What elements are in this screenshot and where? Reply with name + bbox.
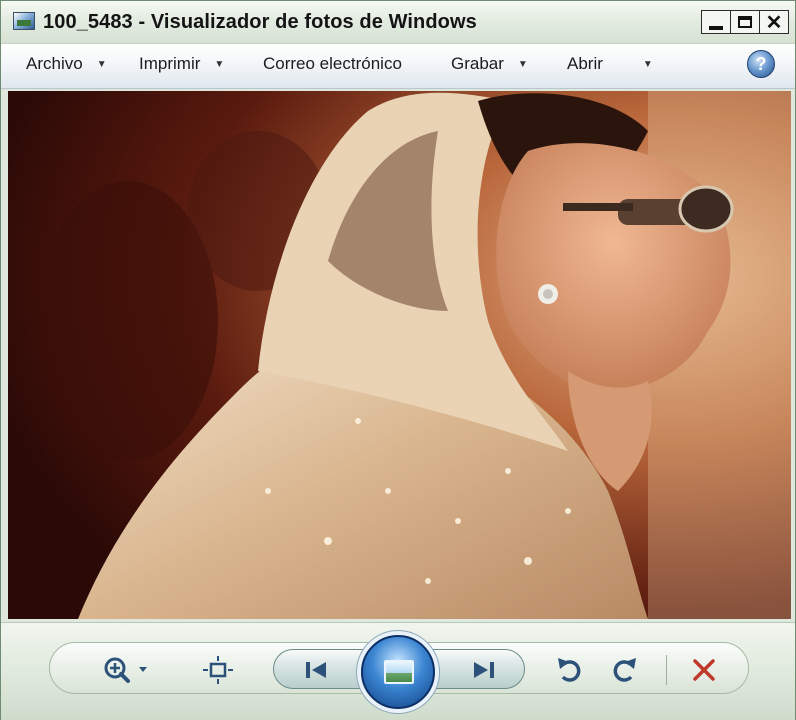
- menu-archivo-label: Archivo: [26, 54, 83, 73]
- close-button[interactable]: ✕: [759, 10, 789, 34]
- viewer-controls-bar: [1, 622, 795, 720]
- help-icon[interactable]: ?: [747, 50, 775, 78]
- minimize-icon: [709, 26, 723, 30]
- controls-divider: [666, 655, 667, 685]
- rotate-counterclockwise-icon: [558, 658, 581, 682]
- previous-icon: [306, 662, 326, 678]
- photo-display[interactable]: [8, 91, 791, 619]
- menu-archivo[interactable]: Archivo ▼: [26, 54, 107, 74]
- dropdown-arrow-icon: ▼: [642, 58, 653, 70]
- menu-imprimir-label: Imprimir: [139, 54, 201, 73]
- rotate-counterclockwise-button[interactable]: [553, 653, 585, 687]
- close-icon: ✕: [765, 11, 783, 34]
- menu-grabar-label: Grabar: [451, 54, 504, 73]
- delete-button[interactable]: [687, 653, 721, 687]
- fit-to-window-button[interactable]: [201, 653, 235, 687]
- previous-button[interactable]: [297, 655, 337, 685]
- menu-grabar[interactable]: Grabar ▼: [451, 54, 528, 74]
- maximize-icon: [738, 16, 752, 28]
- magnifier-zoom-icon: [104, 657, 147, 683]
- rotate-clockwise-button[interactable]: [609, 653, 641, 687]
- maximize-button[interactable]: [730, 10, 760, 34]
- fit-to-window-icon: [203, 656, 233, 684]
- menu-abrir[interactable]: Abrir ▼: [567, 54, 653, 74]
- next-button[interactable]: [463, 655, 503, 685]
- window-title: 100_5483 - Visualizador de fotos de Wind…: [43, 11, 477, 33]
- dropdown-arrow-icon: ▼: [214, 58, 225, 70]
- next-icon: [474, 662, 494, 678]
- minimize-button[interactable]: [701, 10, 731, 34]
- delete-icon: [693, 659, 715, 681]
- caption-buttons: ✕: [701, 10, 789, 36]
- dropdown-arrow-icon: ▼: [517, 58, 528, 70]
- rotate-clockwise-icon: [613, 658, 636, 682]
- menu-abrir-label: Abrir: [567, 54, 603, 73]
- menu-correo-label: Correo electrónico: [263, 54, 402, 73]
- dropdown-arrow-icon: ▼: [96, 58, 107, 70]
- menu-correo-electronico[interactable]: Correo electrónico: [263, 54, 402, 74]
- photo-viewer-app-icon[interactable]: [13, 12, 35, 30]
- slideshow-button[interactable]: [361, 635, 435, 709]
- menu-imprimir[interactable]: Imprimir ▼: [139, 54, 224, 74]
- command-bar: Archivo ▼ Imprimir ▼ Correo electrónico …: [1, 44, 795, 89]
- title-bar[interactable]: 100_5483 - Visualizador de fotos de Wind…: [1, 1, 795, 44]
- photo-image: [8, 91, 791, 619]
- zoom-button[interactable]: [97, 653, 153, 687]
- slideshow-icon: [384, 660, 414, 684]
- photo-viewer-window: 100_5483 - Visualizador de fotos de Wind…: [0, 0, 796, 720]
